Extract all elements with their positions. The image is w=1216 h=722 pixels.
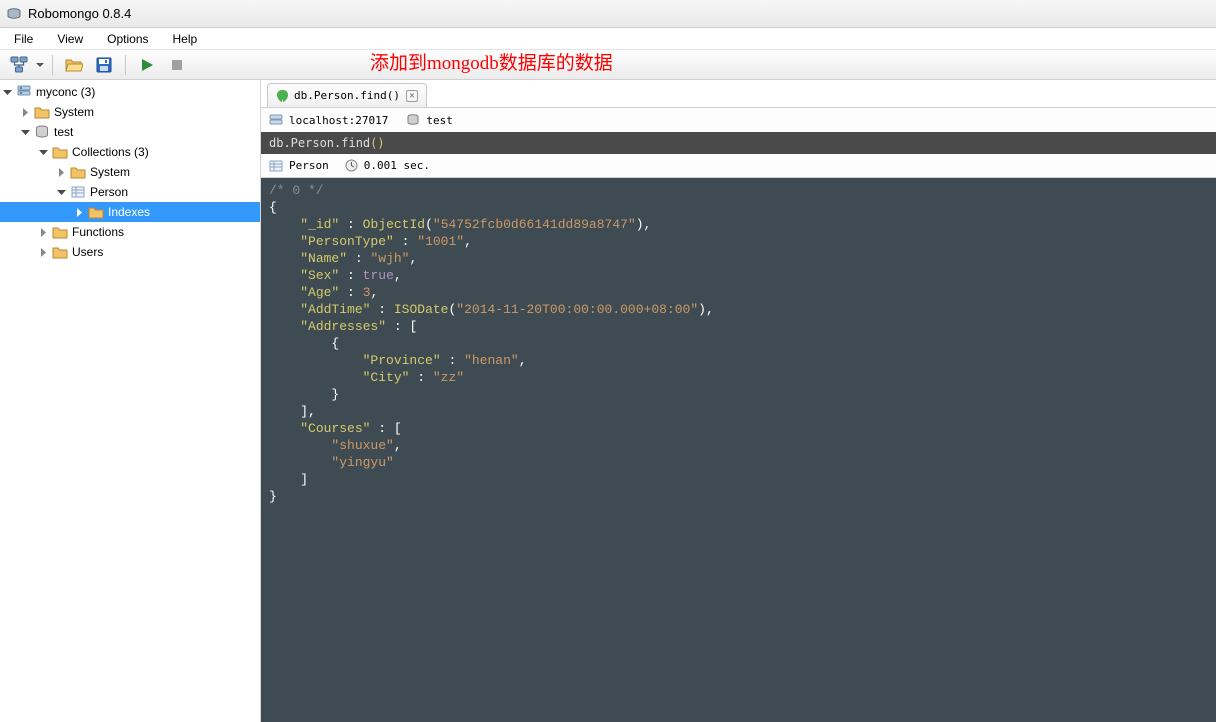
connections-tree[interactable]: myconc (3) System test Collections (3) S… [0, 80, 261, 722]
host-label: localhost:27017 [289, 114, 388, 127]
expander-closed-icon[interactable] [20, 107, 30, 117]
collection-icon [70, 184, 86, 200]
tab-bar: db.Person.find() ✕ [261, 80, 1216, 108]
expander-closed-icon[interactable] [38, 227, 48, 237]
tree-label: test [54, 125, 73, 139]
tab-close-button[interactable]: ✕ [406, 90, 418, 102]
expander-closed-icon[interactable] [74, 207, 84, 217]
open-button[interactable] [61, 53, 87, 77]
tree-label: Functions [72, 225, 124, 239]
execute-button[interactable] [134, 53, 160, 77]
tree-indexes[interactable]: Indexes [0, 202, 260, 222]
folder-icon [88, 204, 104, 220]
tree-label: System [54, 105, 94, 119]
clock-icon [345, 159, 358, 172]
tree-label: myconc (3) [36, 85, 95, 99]
save-button[interactable] [91, 53, 117, 77]
tree-collections[interactable]: Collections (3) [0, 142, 260, 162]
toolbar-separator [52, 55, 53, 75]
database-icon [34, 124, 50, 140]
folder-icon [70, 164, 86, 180]
folder-icon [52, 224, 68, 240]
tree-db-test[interactable]: test [0, 122, 260, 142]
tree-functions[interactable]: Functions [0, 222, 260, 242]
result-time: 0.001 sec. [364, 159, 430, 172]
toolbar-separator [125, 55, 126, 75]
folder-icon [52, 144, 68, 160]
expander-open-icon[interactable] [38, 147, 48, 157]
connection-bar: localhost:27017 test [261, 108, 1216, 132]
tree-label: Person [90, 185, 128, 199]
query-input[interactable]: db.Person.find() [261, 132, 1216, 154]
tree-label: Collections (3) [72, 145, 149, 159]
app-icon [6, 6, 22, 22]
menu-bar: File View Options Help [0, 28, 1216, 50]
tree-label: Indexes [108, 205, 150, 219]
folder-icon [34, 104, 50, 120]
window-title: Robomongo 0.8.4 [28, 6, 131, 21]
result-collection: Person [289, 159, 329, 172]
expander-open-icon[interactable] [20, 127, 30, 137]
tree-collections-system[interactable]: System [0, 162, 260, 182]
collection-icon [269, 160, 283, 172]
tree-system-folder[interactable]: System [0, 102, 260, 122]
server-icon [16, 84, 32, 100]
connect-button[interactable] [6, 53, 32, 77]
menu-help[interactable]: Help [163, 30, 208, 48]
body-split: myconc (3) System test Collections (3) S… [0, 80, 1216, 722]
title-bar: Robomongo 0.8.4 [0, 0, 1216, 28]
leaf-icon [276, 89, 288, 103]
tree-connection[interactable]: myconc (3) [0, 82, 260, 102]
menu-view[interactable]: View [47, 30, 93, 48]
toolbar: 添加到mongodb数据库的数据 [0, 50, 1216, 80]
menu-options[interactable]: Options [97, 30, 158, 48]
tab-label: db.Person.find() [294, 89, 400, 102]
database-icon [406, 113, 420, 127]
query-parens: () [370, 136, 384, 150]
expander-closed-icon[interactable] [38, 247, 48, 257]
expander-closed-icon[interactable] [56, 167, 66, 177]
code-comment: /* 0 */ [269, 183, 324, 198]
db-label: test [426, 114, 453, 127]
result-header: Person 0.001 sec. [261, 154, 1216, 178]
host-icon [269, 114, 283, 126]
tree-label: System [90, 165, 130, 179]
tree-collection-person[interactable]: Person [0, 182, 260, 202]
main-area: db.Person.find() ✕ localhost:27017 test … [261, 80, 1216, 722]
annotation-text: 添加到mongodb数据库的数据 [370, 48, 613, 75]
folder-icon [52, 244, 68, 260]
tree-label: Users [72, 245, 103, 259]
expander-open-icon[interactable] [2, 87, 12, 97]
menu-file[interactable]: File [4, 30, 43, 48]
stop-button[interactable] [164, 53, 190, 77]
result-editor[interactable]: /* 0 */ { "_id" : ObjectId("54752fcb0d66… [261, 178, 1216, 722]
expander-open-icon[interactable] [56, 187, 66, 197]
query-text: db.Person.find [269, 136, 370, 150]
dropdown-icon[interactable] [36, 61, 44, 69]
tree-users[interactable]: Users [0, 242, 260, 262]
query-tab[interactable]: db.Person.find() ✕ [267, 83, 427, 107]
